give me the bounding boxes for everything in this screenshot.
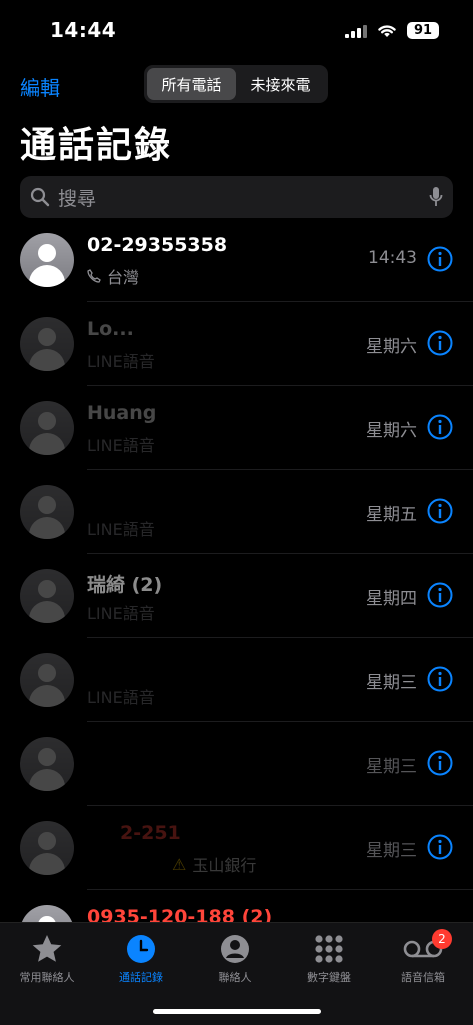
tab-label: 通話記錄 bbox=[119, 971, 163, 984]
warning-icon: ⚠ bbox=[172, 854, 187, 874]
avatar bbox=[20, 485, 74, 539]
info-icon[interactable] bbox=[427, 498, 453, 524]
call-type: 台灣 bbox=[107, 268, 140, 287]
tab-label: 數字鍵盤 bbox=[307, 971, 351, 984]
cellular-signal-icon bbox=[345, 24, 367, 38]
search-icon bbox=[30, 187, 50, 207]
call-row[interactable]: 2-251 ⚠ 玉山銀行 星期三 bbox=[0, 806, 473, 890]
caller-name: 2-251 bbox=[120, 822, 181, 844]
info-icon[interactable] bbox=[427, 834, 453, 860]
page-title: 通話記錄 bbox=[20, 125, 173, 166]
clock-icon bbox=[127, 935, 155, 963]
status-time: 14:44 bbox=[50, 18, 117, 42]
info-icon[interactable] bbox=[427, 246, 453, 272]
call-type: LINE語音 bbox=[87, 688, 155, 707]
call-type: LINE語音 bbox=[87, 604, 155, 623]
tab-favorites[interactable]: 常用聯絡人 bbox=[0, 931, 94, 985]
avatar bbox=[20, 401, 74, 455]
call-subtitle: ⚠ 玉山銀行 bbox=[172, 852, 256, 876]
call-type: 玉山銀行 bbox=[192, 856, 257, 875]
star-icon bbox=[32, 935, 62, 962]
caller-name: 瑞綺 (2) bbox=[87, 574, 163, 596]
info-icon[interactable] bbox=[427, 666, 453, 692]
call-subtitle: LINE語音 bbox=[87, 600, 155, 624]
wifi-icon bbox=[378, 25, 396, 37]
call-row[interactable]: 星期三 bbox=[0, 722, 473, 806]
edit-button[interactable]: 編輯 bbox=[20, 72, 60, 101]
call-time: 星期三 bbox=[366, 841, 417, 861]
call-subtitle: LINE語音 bbox=[87, 684, 155, 708]
call-time: 星期三 bbox=[366, 757, 417, 777]
call-row[interactable]: 02-29355358 台灣 14:43 bbox=[0, 218, 473, 302]
call-row[interactable]: 瑞綺 (2) LINE語音 星期四 bbox=[0, 554, 473, 638]
info-icon[interactable] bbox=[427, 582, 453, 608]
segment-missed-calls[interactable]: 未接來電 bbox=[236, 68, 325, 100]
avatar bbox=[20, 821, 74, 875]
avatar bbox=[20, 569, 74, 623]
caller-name: Lo... bbox=[87, 318, 134, 340]
tab-contacts[interactable]: 聯絡人 bbox=[188, 931, 282, 985]
avatar bbox=[20, 737, 74, 791]
info-icon[interactable] bbox=[427, 414, 453, 440]
person-icon bbox=[221, 935, 249, 963]
avatar bbox=[20, 653, 74, 707]
keypad-icon bbox=[315, 935, 343, 963]
info-icon[interactable] bbox=[427, 330, 453, 356]
call-time: 14:43 bbox=[368, 248, 417, 268]
tab-label: 語音信箱 bbox=[401, 971, 445, 984]
call-filter-segmented-control[interactable]: 所有電話 未接來電 bbox=[144, 65, 328, 103]
call-type: LINE語音 bbox=[87, 436, 155, 455]
search-field[interactable]: 搜尋 bbox=[20, 176, 453, 218]
microphone-icon[interactable] bbox=[429, 186, 443, 208]
tab-voicemail[interactable]: 2 語音信箱 bbox=[376, 929, 470, 985]
call-time: 星期五 bbox=[366, 505, 417, 525]
tab-keypad[interactable]: 數字鍵盤 bbox=[282, 931, 376, 985]
tab-recents[interactable]: 通話記錄 bbox=[94, 931, 188, 985]
call-subtitle: LINE語音 bbox=[87, 348, 155, 372]
call-subtitle: LINE語音 bbox=[87, 432, 155, 456]
home-indicator bbox=[153, 1009, 321, 1014]
tab-label: 常用聯絡人 bbox=[19, 971, 75, 984]
call-row[interactable]: LINE語音 星期五 bbox=[0, 470, 473, 554]
voicemail-badge: 2 bbox=[432, 929, 452, 949]
battery-indicator: 91 bbox=[407, 22, 439, 39]
phone-icon bbox=[87, 269, 101, 283]
call-row[interactable]: LINE語音 星期三 bbox=[0, 638, 473, 722]
avatar bbox=[20, 317, 74, 371]
caller-name: Huang bbox=[87, 402, 157, 424]
info-icon[interactable] bbox=[427, 750, 453, 776]
call-time: 星期四 bbox=[366, 589, 417, 609]
search-placeholder: 搜尋 bbox=[58, 187, 97, 210]
call-subtitle: LINE語音 bbox=[87, 516, 155, 540]
call-time: 星期六 bbox=[366, 421, 417, 441]
call-time: 星期三 bbox=[366, 673, 417, 693]
tab-label: 聯絡人 bbox=[218, 971, 252, 984]
avatar bbox=[20, 233, 74, 287]
call-row[interactable]: Lo... LINE語音 星期六 bbox=[0, 302, 473, 386]
call-type: LINE語音 bbox=[87, 352, 155, 371]
call-type: LINE語音 bbox=[87, 520, 155, 539]
segment-all-calls[interactable]: 所有電話 bbox=[147, 68, 236, 100]
call-row[interactable]: Huang LINE語音 星期六 bbox=[0, 386, 473, 470]
caller-name: 02-29355358 bbox=[87, 234, 228, 256]
call-time: 星期六 bbox=[366, 337, 417, 357]
status-icons: 91 bbox=[345, 22, 439, 39]
call-subtitle: 台灣 bbox=[87, 264, 139, 288]
